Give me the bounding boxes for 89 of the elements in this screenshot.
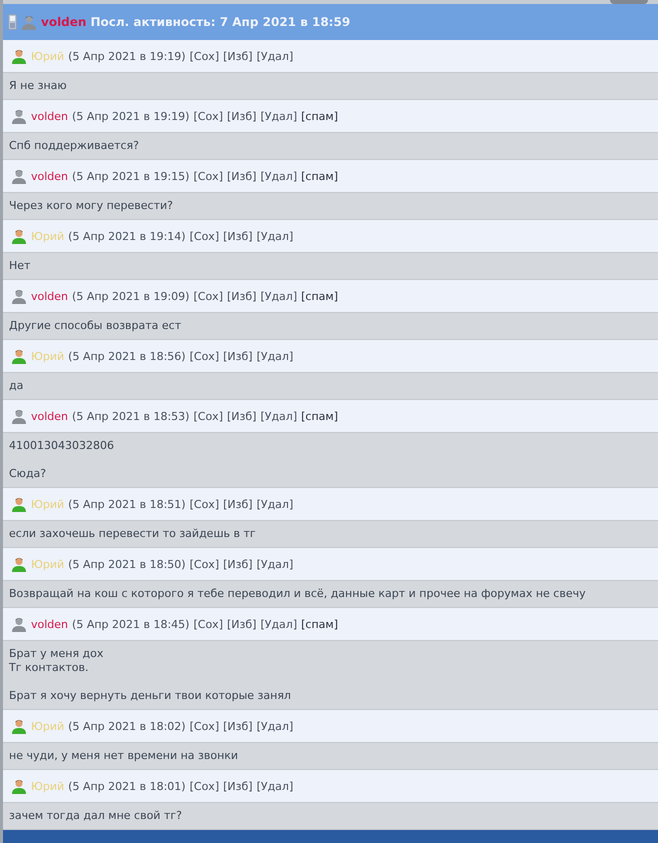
action-link[interactable]: [Изб] — [227, 410, 256, 422]
action-link[interactable]: [Удал] — [260, 110, 298, 122]
user-icon — [11, 556, 27, 572]
message-text: Спб поддерживается? — [9, 139, 140, 153]
message-text: не чуди, у меня нет времени на звонки — [9, 749, 240, 763]
message-time: (5 Апр 2021 в 19:15) — [72, 170, 190, 182]
message-time: (5 Апр 2021 в 19:14) — [68, 230, 186, 242]
message-text: Брат у меня дох Тг контактов. — [9, 647, 104, 675]
action-link[interactable]: [Сох] — [190, 230, 220, 242]
action-link[interactable]: [Изб] — [223, 720, 253, 732]
user-icon — [11, 48, 27, 64]
author-link[interactable]: volden — [31, 410, 68, 422]
message-time: (5 Апр 2021 в 18:51) — [68, 498, 186, 510]
action-link[interactable]: [Удал] — [260, 290, 298, 302]
action-link[interactable]: [Удал] — [256, 50, 294, 62]
action-link[interactable]: [Удал] — [256, 558, 294, 570]
message-text: Брат я хочу вернуть деньги твои которые занял — [9, 689, 292, 703]
action-link[interactable]: [Сох] — [190, 498, 220, 510]
user-icon — [11, 616, 27, 632]
message-time: (5 Апр 2021 в 18:56) — [68, 350, 186, 362]
action-link[interactable]: [Изб] — [227, 110, 256, 122]
user-icon — [11, 718, 27, 734]
message-text: если захочешь перевести то зайдешь в тг — [9, 527, 257, 541]
action-link[interactable]: [Удал] — [260, 170, 298, 182]
message-text: Я не знаю — [9, 79, 68, 93]
action-link[interactable]: [Удал] — [260, 618, 298, 630]
message-time: (5 Апр 2021 в 18:50) — [68, 558, 186, 570]
action-link[interactable]: [Удал] — [256, 350, 294, 362]
author-link[interactable]: volden — [31, 618, 68, 630]
message-time: (5 Апр 2021 в 18:02) — [68, 720, 186, 732]
action-link[interactable]: [спам] — [301, 290, 338, 302]
last-activity: Посл. активность: 7 Апр 2021 в 18:59 — [90, 15, 350, 29]
action-link[interactable]: [Изб] — [227, 618, 256, 630]
message-text: Нет — [9, 259, 32, 273]
user-icon — [11, 778, 27, 794]
author-link[interactable]: volden — [31, 110, 68, 122]
user-icon — [11, 108, 27, 124]
action-link[interactable]: [Сох] — [193, 110, 223, 122]
message-time: (5 Апр 2021 в 18:01) — [68, 780, 186, 792]
user-icon — [11, 496, 27, 512]
action-link[interactable]: [Сох] — [190, 50, 220, 62]
action-link[interactable]: [Изб] — [223, 498, 253, 510]
message-time: (5 Апр 2021 в 19:19) — [72, 110, 190, 122]
action-link[interactable]: [Удал] — [256, 498, 294, 510]
action-link[interactable]: [Удал] — [256, 780, 294, 792]
action-link[interactable]: [Изб] — [227, 290, 256, 302]
action-link[interactable]: [Сох] — [193, 170, 223, 182]
message-time: (5 Апр 2021 в 18:53) — [72, 410, 190, 422]
action-link[interactable]: [Изб] — [223, 50, 253, 62]
user-icon — [11, 408, 27, 424]
action-link[interactable]: [Сох] — [190, 720, 220, 732]
action-link[interactable]: [спам] — [301, 618, 338, 630]
message-time: (5 Апр 2021 в 19:19) — [68, 50, 186, 62]
action-link[interactable]: [Изб] — [223, 558, 253, 570]
user-icon — [11, 348, 27, 364]
action-link[interactable]: [Изб] — [223, 350, 253, 362]
action-link[interactable]: [Сох] — [193, 290, 223, 302]
message-time: (5 Апр 2021 в 19:09) — [72, 290, 190, 302]
action-link[interactable]: [Удал] — [256, 230, 294, 242]
action-link[interactable]: [Изб] — [227, 170, 256, 182]
user-icon — [21, 14, 37, 30]
user-name: volden — [41, 15, 86, 29]
message-text: Другие способы возврата ест — [9, 319, 182, 333]
action-link[interactable]: [Удал] — [260, 410, 298, 422]
user-icon — [11, 288, 27, 304]
user-icon — [11, 228, 27, 244]
message-time: (5 Апр 2021 в 18:45) — [72, 618, 190, 630]
action-link[interactable]: [Сох] — [190, 558, 220, 570]
action-link[interactable]: [Изб] — [223, 230, 253, 242]
message-text: зачем тогда дал мне свой тг? — [9, 809, 183, 823]
action-link[interactable]: [Сох] — [190, 780, 220, 792]
action-link[interactable]: [Сох] — [190, 350, 220, 362]
action-link[interactable]: [спам] — [301, 170, 338, 182]
action-link[interactable]: [Удал] — [256, 720, 294, 732]
action-link[interactable]: [спам] — [301, 110, 338, 122]
message-text: да — [9, 379, 24, 393]
author-link[interactable]: volden — [31, 290, 68, 302]
action-link[interactable]: [спам] — [301, 410, 338, 422]
tab-handle — [610, 0, 648, 4]
message-text: Возвращай на кош с которого я тебе переводил и всё, данные карт и прочее на форумах не свечу — [9, 587, 587, 601]
action-link[interactable]: [Сох] — [193, 410, 223, 422]
author-link[interactable]: volden — [31, 170, 68, 182]
message-text: Через кого могу перевести? — [9, 199, 174, 213]
user-icon — [11, 168, 27, 184]
action-link[interactable]: [Изб] — [223, 780, 253, 792]
message-text: Сюда? — [9, 467, 48, 481]
action-link[interactable]: [Сох] — [193, 618, 223, 630]
message-text: 410013043032806 — [9, 439, 115, 453]
phone-icon — [8, 14, 17, 30]
